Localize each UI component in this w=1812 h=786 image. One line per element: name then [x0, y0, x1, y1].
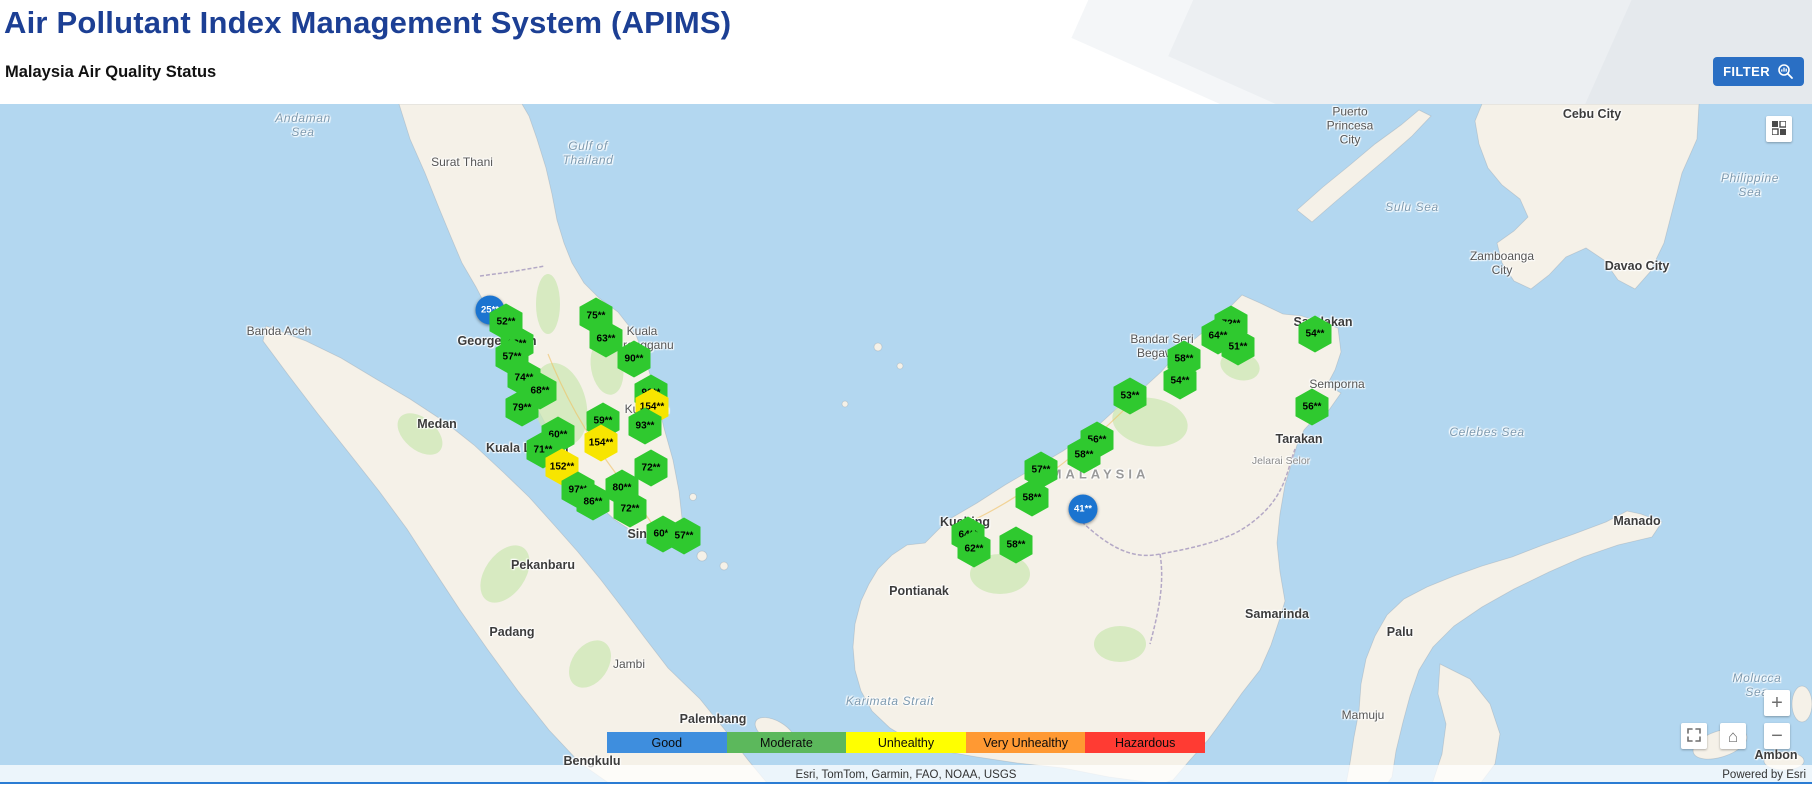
- search-filter-icon: [1777, 63, 1794, 80]
- expand-icon: [1687, 727, 1701, 745]
- fullscreen-button[interactable]: [1681, 723, 1707, 749]
- overview-grid-icon: [1772, 120, 1786, 138]
- attribution-sources: Esri, TomTom, Garmin, FAO, NOAA, USGS: [796, 769, 1017, 781]
- aqi-station-marker[interactable]: 54**: [1299, 316, 1332, 353]
- aqi-station-marker[interactable]: 56**: [1296, 389, 1329, 426]
- bottom-accent-line: [0, 782, 1812, 784]
- page-title: Air Pollutant Index Management System (A…: [4, 5, 731, 41]
- home-button[interactable]: ⌂: [1720, 723, 1746, 749]
- aqi-station-marker[interactable]: 53**: [1114, 378, 1147, 415]
- home-icon: ⌂: [1728, 728, 1738, 745]
- header: Air Pollutant Index Management System (A…: [0, 0, 1812, 104]
- zoom-out-button[interactable]: −: [1764, 723, 1790, 749]
- aqi-station-marker[interactable]: 72**: [635, 450, 668, 487]
- overview-map-button[interactable]: [1766, 116, 1792, 142]
- legend-very-unhealthy: Very Unhealthy: [966, 732, 1086, 753]
- marker-layer: 25**52**75**63**62**57**90**74**68**96**…: [0, 104, 1812, 784]
- filter-button-label: FILTER: [1723, 64, 1770, 79]
- legend-good: Good: [607, 732, 727, 753]
- legend-unhealthy: Unhealthy: [846, 732, 966, 753]
- apims-page: Air Pollutant Index Management System (A…: [0, 0, 1812, 786]
- aqi-station-marker[interactable]: 41**: [1069, 495, 1098, 524]
- legend-moderate: Moderate: [727, 732, 847, 753]
- page-subtitle: Malaysia Air Quality Status: [5, 63, 216, 82]
- aqi-station-marker[interactable]: 58**: [1000, 527, 1033, 564]
- filter-button[interactable]: FILTER: [1713, 57, 1804, 86]
- air-quality-map[interactable]: Andaman SeaGulf of ThailandSurat ThaniBa…: [0, 104, 1812, 784]
- zoom-in-button[interactable]: +: [1764, 690, 1790, 716]
- legend-hazardous: Hazardous: [1085, 732, 1205, 753]
- legend: GoodModerateUnhealthyVery UnhealthyHazar…: [607, 732, 1205, 753]
